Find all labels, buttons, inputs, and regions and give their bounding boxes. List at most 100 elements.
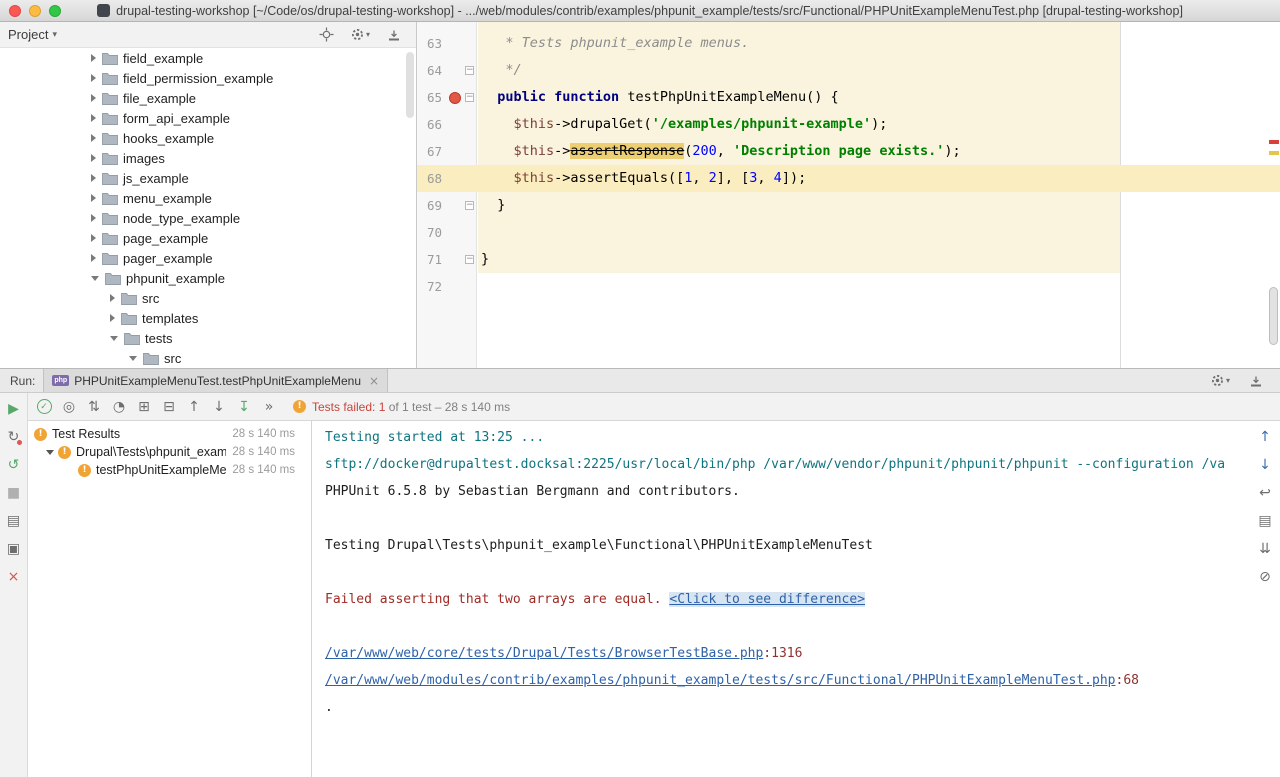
code-text[interactable]: } (478, 192, 1280, 219)
close-tab-icon[interactable]: × (369, 374, 379, 388)
clear-console-button[interactable]: ⊘ (1255, 567, 1275, 587)
chevron-right-icon[interactable] (91, 114, 96, 122)
chevron-right-icon[interactable] (91, 194, 96, 202)
tree-item-page_example[interactable]: page_example (0, 228, 416, 248)
tree-item-src[interactable]: src (0, 348, 416, 368)
previous-failed-test-button[interactable]: ↑ (184, 397, 204, 417)
fold-marker-icon[interactable]: − (465, 93, 474, 102)
gutter-icon-slot (448, 117, 464, 133)
scroll-to-bottom-button[interactable]: ↓ (1255, 455, 1275, 475)
console[interactable]: Testing started at 13:25 ...sftp://docke… (312, 421, 1250, 777)
code-text[interactable]: public function testPhpUnitExampleMenu()… (478, 84, 1280, 111)
test-failed-icon: ! (78, 464, 91, 477)
run-tab[interactable]: php PHPUnitExampleMenuTest.testPhpUnitEx… (43, 369, 388, 392)
chevron-down-icon[interactable]: ▾ (52, 30, 57, 40)
code-text[interactable]: } (478, 246, 1280, 273)
chevron-right-icon[interactable] (91, 234, 96, 242)
chevron-right-icon[interactable] (91, 94, 96, 102)
hide-panel-button[interactable] (384, 25, 404, 45)
console-link[interactable]: /var/www/web/core/tests/Drupal/Tests/Bro… (325, 646, 763, 661)
close-button[interactable]: × (4, 567, 24, 587)
show-ignored-button[interactable]: ◎ (59, 397, 79, 417)
tree-item-file_example[interactable]: file_example (0, 88, 416, 108)
chevron-right-icon[interactable] (91, 254, 96, 262)
fold-marker-icon[interactable]: − (465, 255, 474, 264)
close-window-button[interactable] (9, 5, 21, 17)
fold-marker-icon[interactable]: − (465, 201, 474, 210)
gutter-icon-slot (448, 171, 464, 187)
chevron-right-icon[interactable] (91, 54, 96, 62)
soft-wrap-button[interactable]: ↩ (1255, 483, 1275, 503)
zoom-window-button[interactable] (49, 5, 61, 17)
settings-gear-button[interactable]: ▾ (1210, 371, 1230, 391)
tree-item-hooks_example[interactable]: hooks_example (0, 128, 416, 148)
tree-item-tests[interactable]: tests (0, 328, 416, 348)
toggle-auto-test-button[interactable]: ↺ (4, 455, 24, 475)
sort-alphabetically-button[interactable]: ⇅ (84, 397, 104, 417)
folder-icon (102, 252, 118, 265)
chevron-right-icon[interactable] (91, 154, 96, 162)
scroll-to-end-button[interactable]: ⇊ (1255, 539, 1275, 559)
tree-item-images[interactable]: images (0, 148, 416, 168)
next-failed-test-button[interactable]: ↓ (209, 397, 229, 417)
tree-item-src[interactable]: src (0, 288, 416, 308)
collapse-all-button[interactable]: ⊟ (159, 397, 179, 417)
console-link[interactable]: /var/www/web/modules/contrib/examples/ph… (325, 673, 1116, 688)
warning-stripe-mark[interactable] (1269, 151, 1279, 155)
rerun-failed-tests-button[interactable]: ↻ (4, 427, 24, 447)
settings-gear-button[interactable]: ▾ (350, 25, 370, 45)
chevron-right-icon[interactable] (91, 174, 96, 182)
expand-all-button[interactable]: ⊞ (134, 397, 154, 417)
chevron-down-icon[interactable] (91, 276, 99, 281)
chevron-down-icon[interactable] (110, 336, 118, 341)
tree-item-form_api_example[interactable]: form_api_example (0, 108, 416, 128)
project-panel: Project ▾ ▾ field_examplefield_permissio… (0, 22, 417, 368)
rerun-tests-button[interactable]: ▶ (4, 399, 24, 419)
test-tree-item[interactable]: !testPhpUnitExampleMenu28 s 140 ms (28, 461, 311, 479)
tree-item-menu_example[interactable]: menu_example (0, 188, 416, 208)
fold-marker-icon[interactable]: − (465, 66, 474, 75)
project-panel-title[interactable]: Project (8, 27, 48, 42)
minimize-window-button[interactable] (29, 5, 41, 17)
hide-panel-button[interactable] (1246, 371, 1266, 391)
code-text[interactable]: $this->assertEquals([1, 2], [3, 4]); (478, 165, 1280, 192)
tree-item-templates[interactable]: templates (0, 308, 416, 328)
chevron-down-icon[interactable] (129, 356, 137, 361)
tree-item-phpunit_example[interactable]: phpunit_example (0, 268, 416, 288)
print-button[interactable]: ▤ (1255, 511, 1275, 531)
editor[interactable]: 63 * Tests phpunit_example menus.64− */6… (417, 22, 1280, 368)
code-text[interactable]: */ (478, 57, 1280, 84)
error-stripe-mark[interactable] (1269, 140, 1279, 144)
scroll-to-top-button[interactable]: ↑ (1255, 427, 1275, 447)
test-tree-item[interactable]: !Test Results28 s 140 ms (28, 425, 311, 443)
tree-item-field_permission_example[interactable]: field_permission_example (0, 68, 416, 88)
locate-file-button[interactable] (316, 25, 336, 45)
more-options-button[interactable]: » (259, 397, 279, 417)
tree-item-pager_example[interactable]: pager_example (0, 248, 416, 268)
editor-scrollbar[interactable] (1269, 287, 1278, 345)
chevron-down-icon[interactable] (46, 450, 54, 455)
chevron-right-icon[interactable] (110, 294, 115, 302)
stop-button[interactable]: ■ (4, 483, 24, 503)
tree-item-js_example[interactable]: js_example (0, 168, 416, 188)
code-text[interactable] (478, 273, 1280, 300)
code-text[interactable]: $this->drupalGet('/examples/phpunit-exam… (478, 111, 1280, 138)
chevron-right-icon[interactable] (91, 214, 96, 222)
chevron-right-icon[interactable] (91, 74, 96, 82)
code-text[interactable] (478, 219, 1280, 246)
test-history-button[interactable]: ▤ (4, 511, 24, 531)
hide-passed-button[interactable]: ✓ (34, 397, 54, 417)
restore-layout-button[interactable]: ▣ (4, 539, 24, 559)
test-failed-marker-icon[interactable] (449, 92, 461, 104)
code-text[interactable]: $this->assertResponse(200, 'Description … (478, 138, 1280, 165)
tree-item-node_type_example[interactable]: node_type_example (0, 208, 416, 228)
test-tree-item[interactable]: !Drupal\Tests\phpunit_example\Functional… (28, 443, 311, 461)
chevron-right-icon[interactable] (91, 134, 96, 142)
sort-by-duration-button[interactable]: ◔ (109, 397, 129, 417)
import-test-results-button[interactable]: ↧ (234, 397, 254, 417)
code-text[interactable]: * Tests phpunit_example menus. (478, 30, 1280, 57)
tree-item-field_example[interactable]: field_example (0, 48, 416, 68)
console-link[interactable]: <Click to see difference> (669, 592, 865, 607)
chevron-right-icon[interactable] (110, 314, 115, 322)
project-scrollbar[interactable] (406, 52, 414, 118)
